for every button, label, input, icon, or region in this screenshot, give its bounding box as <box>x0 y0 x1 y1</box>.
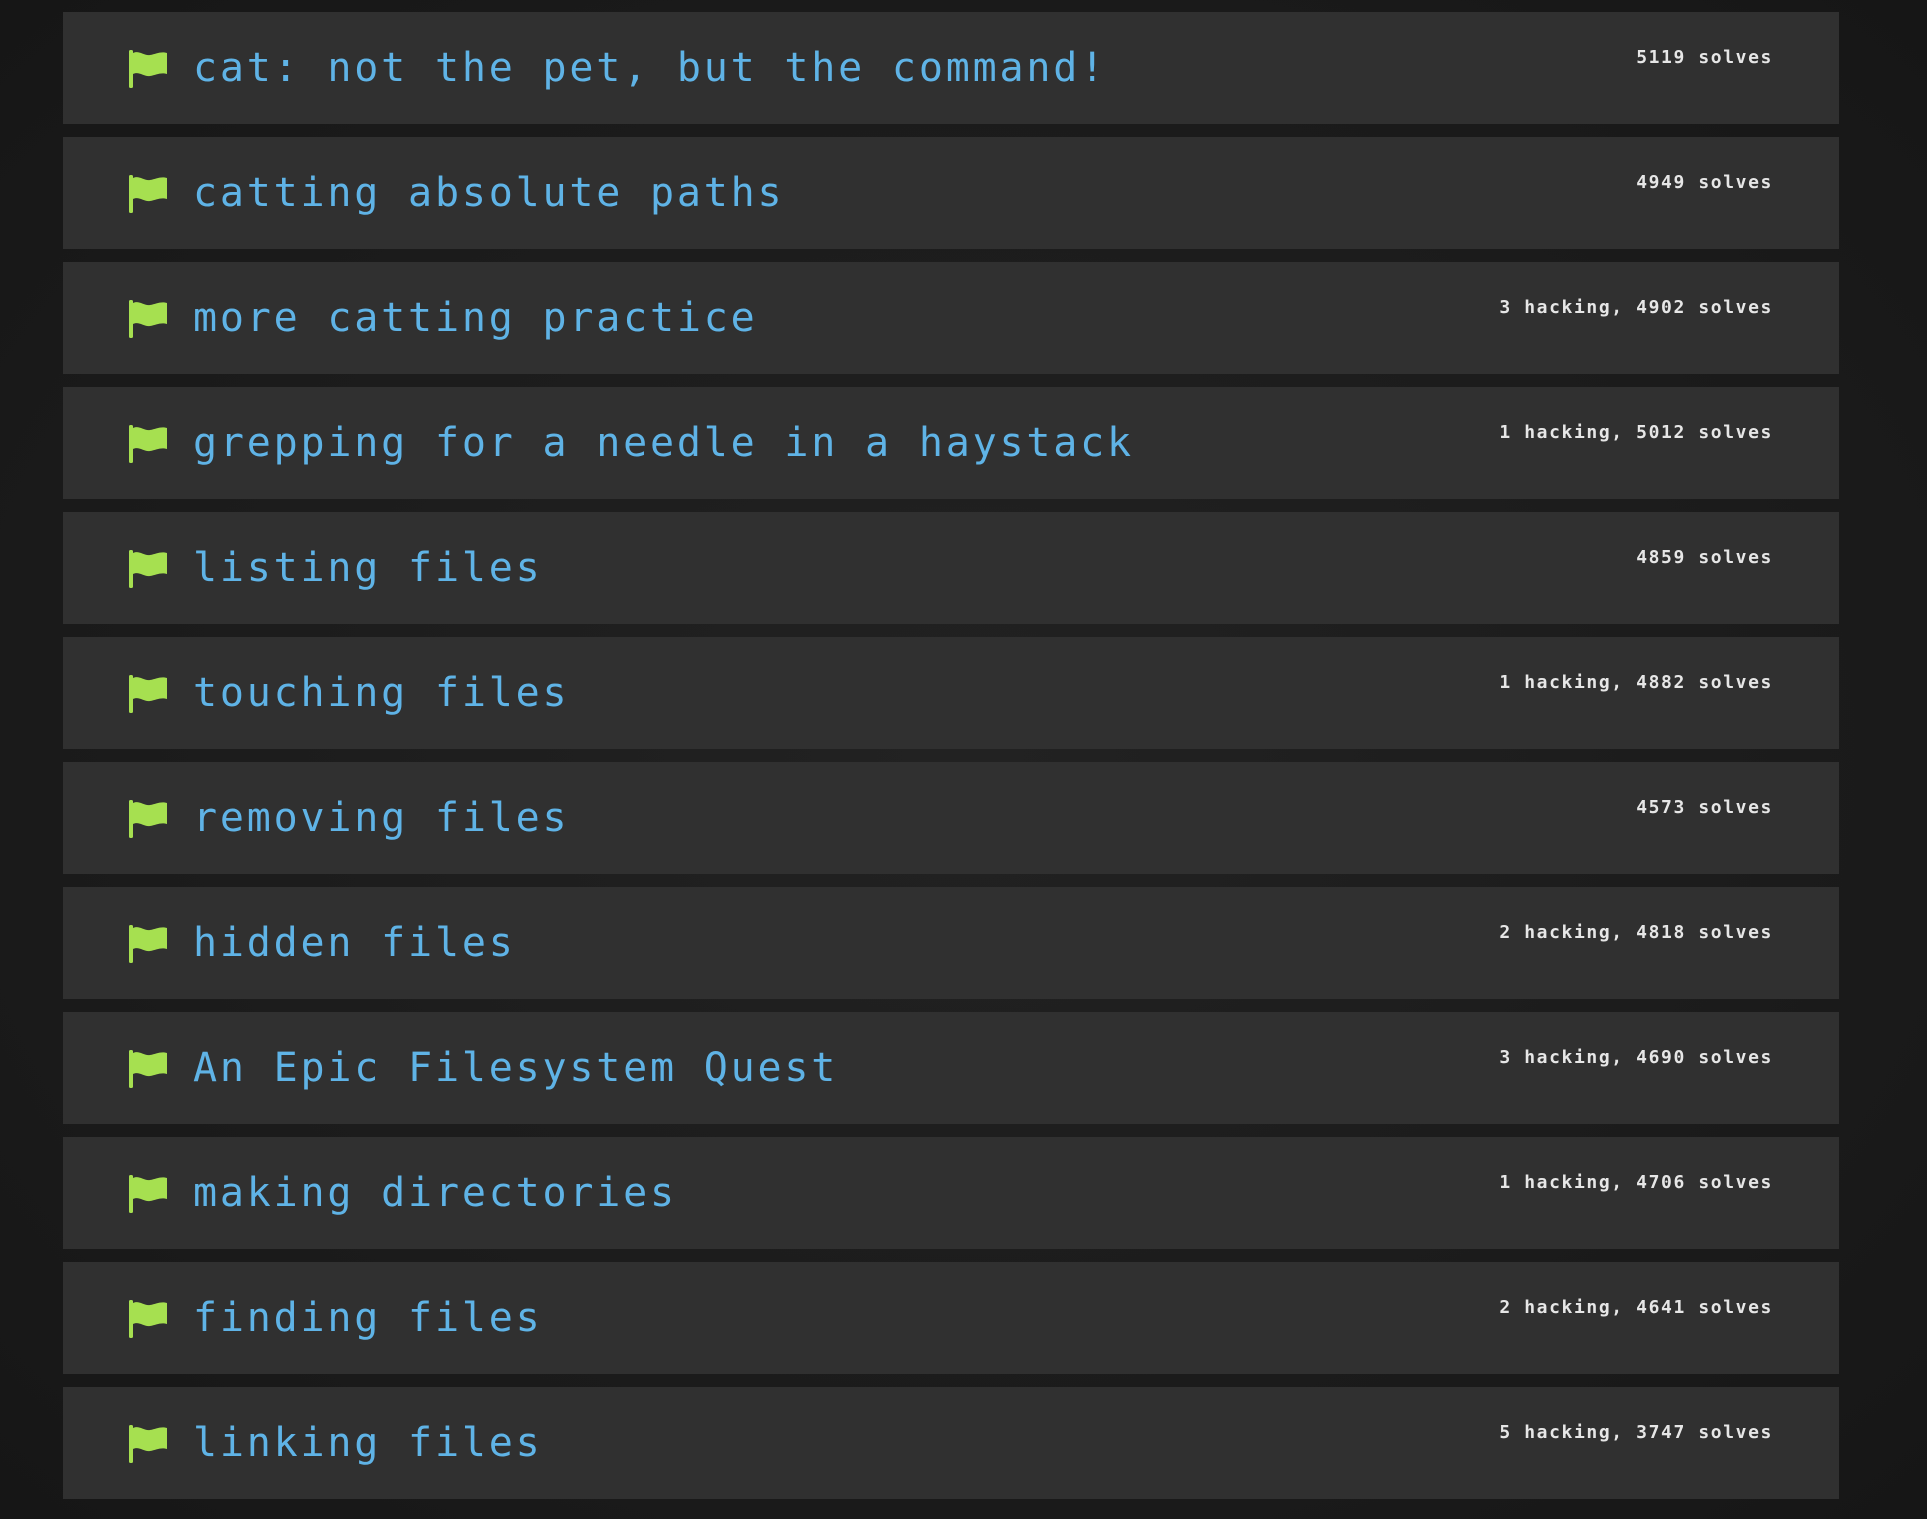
flag-icon <box>128 1300 168 1338</box>
flag-icon <box>128 1425 168 1463</box>
flag-icon <box>128 175 168 213</box>
challenge-title[interactable]: hidden files <box>193 923 516 963</box>
challenge-title[interactable]: finding files <box>193 1298 542 1338</box>
challenge-title[interactable]: removing files <box>193 798 569 838</box>
challenge-stats: 4949 solves <box>1636 172 1773 193</box>
challenge-stats: 3 hacking, 4902 solves <box>1499 297 1773 318</box>
challenge-stats: 5 hacking, 3747 solves <box>1499 1422 1773 1443</box>
challenge-stats: 2 hacking, 4641 solves <box>1499 1297 1773 1318</box>
challenge-stats: 5119 solves <box>1636 47 1773 68</box>
challenge-list: cat: not the pet, but the command! 5119 … <box>63 12 1839 1499</box>
challenge-row[interactable]: linking files 5 hacking, 3747 solves <box>63 1387 1839 1499</box>
challenge-row[interactable]: grepping for a needle in a haystack 1 ha… <box>63 387 1839 499</box>
challenge-stats: 3 hacking, 4690 solves <box>1499 1047 1773 1068</box>
flag-icon <box>128 1175 168 1213</box>
flag-icon <box>128 550 168 588</box>
challenge-title[interactable]: An Epic Filesystem Quest <box>193 1048 838 1088</box>
challenge-title[interactable]: listing files <box>193 548 542 588</box>
flag-icon <box>128 675 168 713</box>
challenge-title[interactable]: making directories <box>193 1173 677 1213</box>
flag-icon <box>128 425 168 463</box>
flag-icon <box>128 50 168 88</box>
challenge-row[interactable]: cat: not the pet, but the command! 5119 … <box>63 12 1839 124</box>
challenge-row[interactable]: An Epic Filesystem Quest 3 hacking, 4690… <box>63 1012 1839 1124</box>
challenge-title[interactable]: linking files <box>193 1423 542 1463</box>
flag-icon <box>128 925 168 963</box>
challenge-title[interactable]: touching files <box>193 673 569 713</box>
challenge-row[interactable]: touching files 1 hacking, 4882 solves <box>63 637 1839 749</box>
challenge-row[interactable]: more catting practice 3 hacking, 4902 so… <box>63 262 1839 374</box>
challenge-stats: 1 hacking, 4882 solves <box>1499 672 1773 693</box>
challenge-row[interactable]: hidden files 2 hacking, 4818 solves <box>63 887 1839 999</box>
challenge-stats: 4573 solves <box>1636 797 1773 818</box>
challenge-stats: 2 hacking, 4818 solves <box>1499 922 1773 943</box>
flag-icon <box>128 800 168 838</box>
challenge-stats: 1 hacking, 4706 solves <box>1499 1172 1773 1193</box>
challenge-row[interactable]: removing files 4573 solves <box>63 762 1839 874</box>
challenge-stats: 1 hacking, 5012 solves <box>1499 422 1773 443</box>
challenge-title[interactable]: grepping for a needle in a haystack <box>193 423 1134 463</box>
challenge-row[interactable]: catting absolute paths 4949 solves <box>63 137 1839 249</box>
challenge-stats: 4859 solves <box>1636 547 1773 568</box>
challenge-row[interactable]: making directories 1 hacking, 4706 solve… <box>63 1137 1839 1249</box>
challenge-title[interactable]: more catting practice <box>193 298 758 338</box>
challenge-row[interactable]: listing files 4859 solves <box>63 512 1839 624</box>
challenge-title[interactable]: cat: not the pet, but the command! <box>193 48 1107 88</box>
flag-icon <box>128 300 168 338</box>
challenge-row[interactable]: finding files 2 hacking, 4641 solves <box>63 1262 1839 1374</box>
challenge-title[interactable]: catting absolute paths <box>193 173 784 213</box>
flag-icon <box>128 1050 168 1088</box>
